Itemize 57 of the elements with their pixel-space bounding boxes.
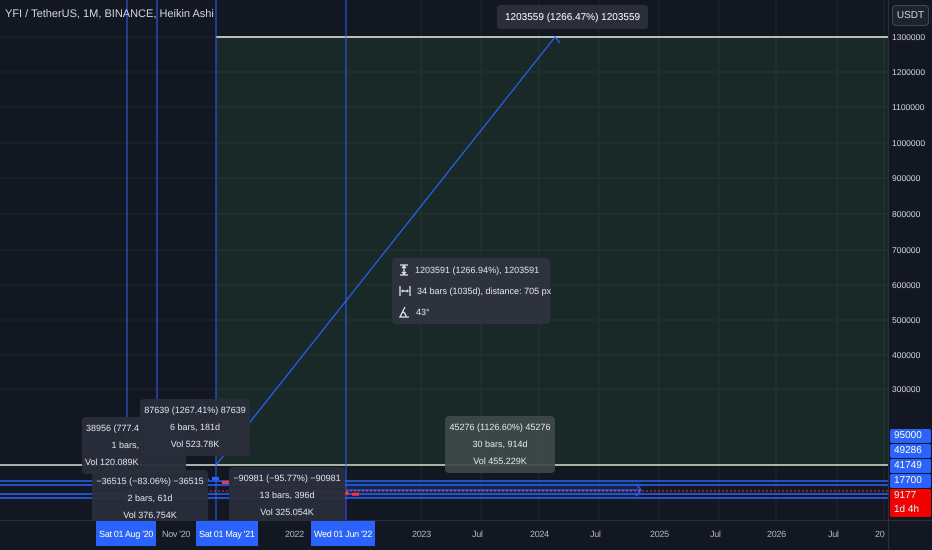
date-badge: Sat 01 May '21 — [196, 521, 258, 546]
price-text: 95000 — [894, 430, 923, 442]
angle-icon — [399, 306, 410, 318]
currency-button[interactable]: USDT — [892, 5, 929, 26]
measure-text: 30 bars, 914d — [472, 438, 528, 451]
countdown-text: 1d 4h — [894, 504, 920, 516]
tooltip-text: 1203591 (1266.94%), 1203591 — [415, 265, 540, 275]
price-tick: 1200000 — [892, 67, 926, 77]
projection-label: 1203559 (1266.47%) 1203559 — [497, 5, 648, 29]
price-axis[interactable]: USDT 1300000 1200000 1100000 1000000 900000 800000 700000 600000 500000 400000 300000 95000 49286 41749 17700 9177 1d 4h — [888, 0, 932, 520]
time-tick: Nov '20 — [161, 528, 192, 540]
time-tick: 2026 — [766, 528, 787, 540]
price-tick: 1000000 — [892, 138, 926, 148]
price-tick: 300000 — [892, 384, 920, 394]
price-text: 9177 — [894, 490, 918, 502]
price-tick: 800000 — [892, 209, 920, 219]
measure-text: 13 bars, 396d — [259, 489, 315, 502]
time-tick: 2025 — [649, 528, 670, 540]
tooltip-text: 43° — [416, 307, 430, 317]
price-text: 17700 — [894, 475, 923, 487]
price-text: 49286 — [894, 445, 923, 457]
measure-text: Vol 523.78K — [170, 438, 220, 451]
date-badge: Wed 01 Jun '22 — [311, 521, 375, 546]
measure-text: −36515 (−83.06%) −36515 — [96, 475, 204, 488]
range-ruler-icon — [399, 285, 411, 297]
time-tick: Jul — [471, 528, 484, 540]
measure-text: 38956 (777.4 — [85, 422, 139, 435]
date-badge: Sat 01 Aug '20 — [96, 521, 156, 546]
measure-text: Vol 325.054K — [260, 506, 314, 519]
measure-text: Vol 120.089K — [85, 456, 139, 469]
measure-text: 1 bars, — [110, 439, 139, 452]
price-tick: 1300000 — [892, 32, 926, 42]
price-tick: 500000 — [892, 315, 920, 325]
measure-text: 2 bars, 61d — [127, 492, 173, 505]
price-tick: 700000 — [892, 245, 920, 255]
price-tick: 600000 — [892, 280, 920, 290]
time-tick: 2023 — [411, 528, 432, 540]
measure-text: −90981 (−95.77%) −90981 — [233, 472, 341, 485]
time-tick: Jul — [589, 528, 602, 540]
time-tick: 2024 — [529, 528, 550, 540]
measure-text: 45276 (1126.60%) 45276 — [450, 421, 550, 434]
time-tick: 20 — [874, 528, 886, 540]
chart-area[interactable] — [0, 0, 888, 520]
measure-text: Vol 455.229K — [473, 455, 527, 468]
time-tick: 2022 — [284, 528, 305, 540]
price-text: 41749 — [894, 460, 923, 472]
price-tick: 1100000 — [892, 102, 924, 112]
measure-text: Vol 376.754K — [123, 509, 177, 520]
time-axis[interactable]: Sat 01 Aug '20 Nov '20 Sat 01 May '21 2022 Wed 01 Jun '22 2023 Jul 2024 Jul 2025 Jul 2026 Jul 20 — [0, 520, 888, 550]
measure-text: 6 bars, 181d — [170, 421, 220, 434]
height-ruler-icon — [399, 264, 409, 276]
time-tick: Jul — [709, 528, 722, 540]
price-tick: 400000 — [892, 350, 920, 360]
price-tick: 900000 — [892, 173, 920, 183]
tooltip-text: 34 bars (1035d), distance: 705 px — [417, 286, 552, 296]
time-tick: Jul — [827, 528, 840, 540]
measure-text: 87639 (1267.41%) 87639 — [144, 404, 246, 417]
